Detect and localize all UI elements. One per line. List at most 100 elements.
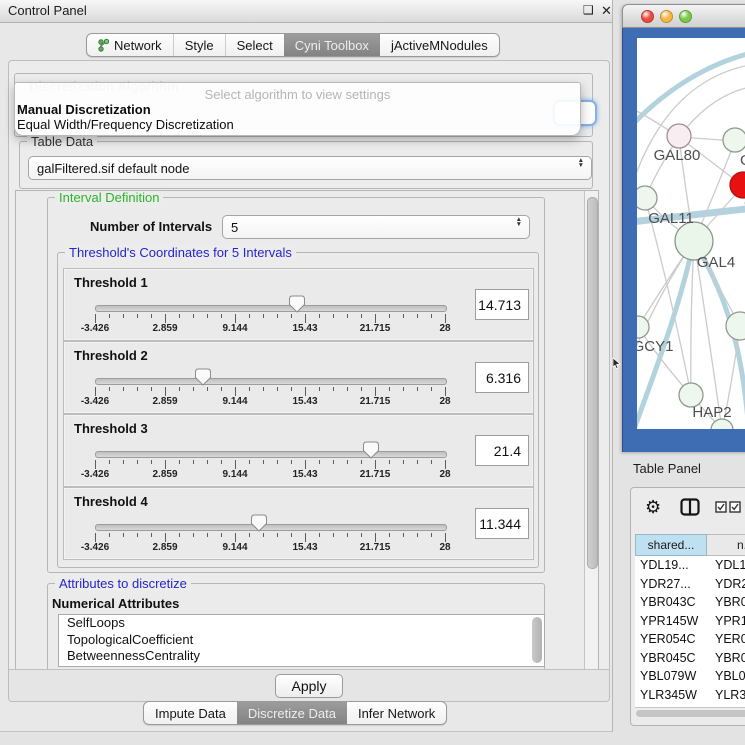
column-header-shared-name[interactable]: shared... [635,534,707,556]
cell-shared-name[interactable]: YBL079W [635,669,707,683]
table-row[interactable]: YER054CYER0 [635,630,745,649]
threshold-slider-track[interactable] [95,451,447,458]
network-window-frame: GAL80GCGAL11GAL4GCY1HHAP2 [622,28,745,452]
table-row[interactable]: YBL079WYBL0 [635,667,745,686]
table-row[interactable]: YLR345WYLR3 [635,686,745,705]
threshold-slider-track[interactable] [95,305,447,312]
threshold-slider-thumb[interactable] [289,295,305,313]
threshold-value-field[interactable]: 6.316 [475,362,529,393]
traffic-light-close[interactable] [641,10,654,23]
tab-network[interactable]: Network [87,34,173,56]
table-data-group: Table Data galFiltered.sif default node … [19,141,593,189]
network-node-g[interactable] [723,128,745,152]
attribute-item-betweennesscentrality[interactable]: BetweennessCentrality [59,648,544,665]
table-horizontal-scrollbar[interactable] [635,707,745,718]
attribute-item-topologicalcoefficient[interactable]: TopologicalCoefficient [59,632,544,649]
gear-icon[interactable]: ⚙ [645,497,661,518]
threshold-value-field[interactable]: 14.713 [475,289,529,320]
cell-shared-name[interactable]: YBR043C [635,595,707,609]
table-panel-title: Table Panel [633,461,701,476]
threshold-label: Threshold 1 [74,275,148,290]
network-node-gcy1[interactable] [637,316,649,338]
threshold-label: Threshold 3 [74,421,148,436]
algorithm-option-equal-width-frequency-discretization[interactable]: Equal Width/Frequency Discretization [17,117,234,132]
checkbox-icon[interactable] [715,501,727,513]
table-row[interactable]: YPR145WYPR1 [635,612,745,631]
threshold-coordinates-group: Threshold's Coordinates for 5 Intervals … [57,252,539,568]
settings-vertical-scrollbar[interactable] [584,191,598,669]
table-data-combobox-value: galFiltered.sif default node [37,161,189,176]
checkbox-icon[interactable] [729,501,741,513]
cell-name[interactable]: YBR0 [707,651,745,665]
network-node-gal80[interactable] [667,124,691,148]
cyni-toolbox-panel: Discretization Algorithm Select algorith… [8,60,610,702]
settings-scroll-viewport: Interval Definition Number of Intervals … [15,190,599,670]
network-edge[interactable] [637,64,745,188]
tab-label: Select [237,38,273,53]
threshold-slider-track[interactable] [95,524,447,531]
attributes-legend: Attributes to discretize [55,576,191,591]
network-node-gal11[interactable] [637,186,657,210]
network-edge[interactable] [691,241,694,395]
threshold-value-field[interactable]: 21.4 [475,435,529,466]
cell-name[interactable]: YDR2 [707,577,745,591]
split-columns-icon[interactable] [680,498,700,516]
network-icon [98,38,109,52]
table-row[interactable]: YBR043CYBR0 [635,593,745,612]
cell-shared-name[interactable]: YBR045C [635,651,707,665]
network-window-titlebar [622,4,745,28]
table-data-combobox[interactable]: galFiltered.sif default node ▲▼ [28,156,592,180]
tab-discretize-data[interactable]: Discretize Data [237,702,347,724]
cell-name[interactable]: YBL0 [707,669,745,683]
threshold-slider-track[interactable] [95,378,447,385]
tab-cyni-toolbox[interactable]: Cyni Toolbox [284,34,380,56]
network-canvas[interactable]: GAL80GCGAL11GAL4GCY1HHAP2 [637,38,745,429]
threshold-value-field[interactable]: 11.344 [475,508,529,539]
close-window-icon[interactable]: ✕ [601,3,612,18]
cell-shared-name[interactable]: YPR145W [635,614,707,628]
tab-infer-network[interactable]: Infer Network [347,702,446,724]
cell-name[interactable]: YPR1 [707,614,745,628]
interval-definition-group: Interval Definition Number of Intervals … [47,197,545,573]
cell-name[interactable]: YBR0 [707,595,745,609]
spinner-arrows-icon: ▲▼ [516,218,522,227]
number-of-intervals-combobox[interactable]: 5 ▲▼ [222,215,530,239]
table-rows: YDL19...YDL1YDR27...YDR2YBR043CYBR0YPR14… [635,556,745,707]
algorithm-option-manual-discretization[interactable]: Manual Discretization [17,102,151,117]
traffic-light-zoom[interactable] [679,10,692,23]
table-hscrollbar-thumb[interactable] [636,710,745,717]
network-view-window: GAL80GCGAL11GAL4GCY1HHAP2 [622,4,745,452]
numerical-attributes-list[interactable]: SelfLoopsTopologicalCoefficientBetweenne… [58,614,545,667]
settings-scrollbar-thumb[interactable] [587,197,598,569]
mouse-cursor [612,357,621,369]
table-row[interactable]: YDL19...YDL1 [635,556,745,575]
cell-shared-name[interactable]: YDR27... [635,577,707,591]
cell-shared-name[interactable]: YDL19... [635,558,707,572]
float-window-icon[interactable]: ❑ [583,3,594,18]
table-row[interactable]: YDR27...YDR2 [635,575,745,594]
tab-select[interactable]: Select [225,34,284,56]
attribute-item-selfloops[interactable]: SelfLoops [59,615,544,632]
traffic-light-minimize[interactable] [660,10,673,23]
attributes-list-scrollbar[interactable] [532,617,542,663]
cell-name[interactable]: YER0 [707,632,745,646]
threshold-slider-thumb[interactable] [363,441,379,459]
network-node-c[interactable] [730,172,745,198]
cell-name[interactable]: YDL1 [707,558,745,572]
apply-button[interactable]: Apply [275,674,343,698]
threshold-panel-1: Threshold 1-3.4262.8599.14415.4321.71528… [63,268,534,341]
threshold-slider-thumb[interactable] [251,514,267,532]
cell-shared-name[interactable]: YLR345W [635,688,707,702]
cell-shared-name[interactable]: YER054C [635,632,707,646]
tick-label: 9.144 [210,469,260,480]
cell-name[interactable]: YLR3 [707,688,745,702]
tick-label: 28 [420,542,470,553]
column-header-name[interactable]: n... [707,534,745,556]
tab-style[interactable]: Style [173,34,225,56]
tab-label: Style [185,38,214,53]
network-edge[interactable] [637,52,745,126]
threshold-slider-thumb[interactable] [195,368,211,386]
tab-jactivemnodules[interactable]: jActiveMNodules [380,34,499,56]
table-row[interactable]: YBR045CYBR0 [635,649,745,668]
tab-impute-data[interactable]: Impute Data [144,702,237,724]
